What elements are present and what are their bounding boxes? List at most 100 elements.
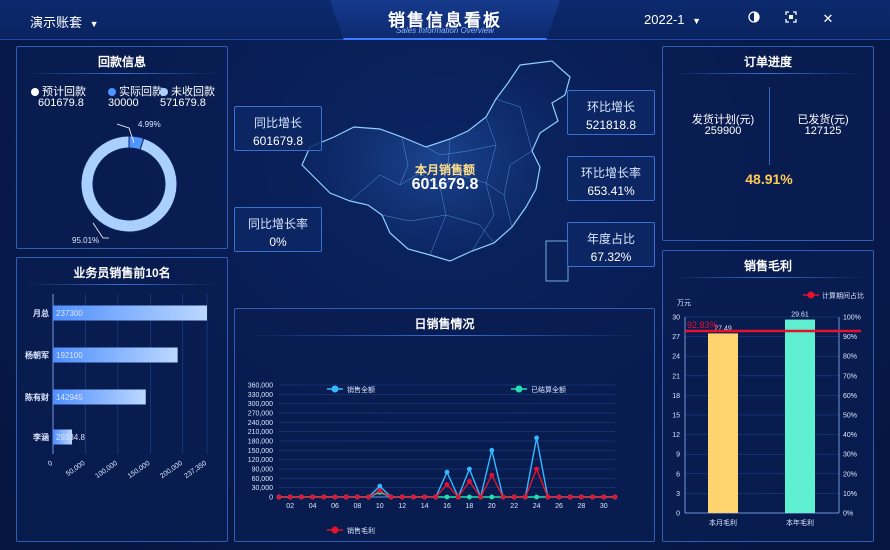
y-tick-label: 240,000 [248, 420, 273, 427]
callout-yoy-rate: 同比增长率 0% [234, 207, 322, 252]
data-point [377, 483, 383, 489]
x-tick-label: 0 [47, 460, 54, 468]
chevron-down-icon: ▼ [692, 16, 702, 26]
y2-tick-label: 90% [843, 334, 857, 341]
y2-tick-label: 30% [843, 452, 857, 459]
x-tick-label: 16 [443, 503, 451, 510]
data-point [377, 488, 383, 494]
y-tick-label: 18 [672, 393, 680, 400]
data-point [478, 494, 483, 500]
y2-tick-label: 20% [843, 471, 857, 478]
close-icon[interactable]: ✕ [820, 11, 836, 27]
data-point [276, 494, 282, 500]
payback-donut: 4.99% 95.01% [72, 120, 178, 245]
bar-category-label: 本年毛利 [786, 518, 814, 527]
data-point [579, 494, 584, 500]
bar-category-label: 李涵 [32, 432, 49, 442]
chevron-down-icon: ▼ [89, 19, 99, 29]
bar-category-label: 陈有财 [25, 392, 49, 402]
y2-tick-label: 70% [843, 373, 857, 380]
data-point [321, 494, 327, 500]
data-point [444, 494, 450, 500]
y-tick-label: 90,000 [252, 467, 274, 474]
callout-yoy-growth: 同比增长 601679.8 [234, 106, 322, 151]
data-point [467, 466, 472, 472]
y-tick-label: 21 [672, 373, 680, 380]
y-tick-label: 210,000 [248, 429, 273, 436]
callout-value: 521818.8 [585, 118, 637, 132]
fullscreen-icon[interactable] [783, 11, 799, 26]
legend-label: 计算期间占比 [822, 291, 864, 300]
callout-label: 环比增长率 [580, 166, 641, 180]
y-tick-label: 270,000 [248, 411, 273, 418]
y2-tick-label: 40% [843, 432, 857, 439]
data-point [534, 435, 539, 441]
legend-label: 已结算全额 [531, 385, 566, 394]
data-point [399, 494, 405, 500]
x-tick-label: 150,000 [127, 460, 152, 480]
daily-sales-line-chart: 0 30,000 60,000 90,000 120,000 150,000 180,000… [248, 383, 618, 535]
callout-value: 0% [269, 235, 287, 249]
x-tick-label: 10 [376, 503, 384, 510]
sales-margin-panel: 销售毛利 万元 0 0% 3 10% 6 20% 9 30% 12 40% 15 50% 18 60% 21 7… [662, 250, 874, 542]
y-tick-label: 6 [676, 471, 680, 478]
data-point [612, 494, 618, 500]
y-tick-label: 330,000 [248, 392, 273, 399]
margin-bar-1 [785, 319, 815, 513]
salesmen-panel: 业务员销售前10名 月总 237300 杨朝军 192100 陈有财 142945 李涵 29… [16, 257, 228, 542]
x-tick-label: 22 [510, 503, 518, 510]
y2-tick-label: 80% [843, 354, 857, 361]
y-tick-label: 120,000 [248, 457, 273, 464]
order-progress-panel: 订单进度 发货计划(元) 259900 已发货(元) 127125 48.91% [662, 46, 874, 241]
y-tick-label: 180,000 [248, 439, 273, 446]
y-tick-label: 27 [672, 334, 680, 341]
data-point [287, 494, 293, 500]
order-divider [769, 87, 770, 165]
x-tick-label: 20 [488, 503, 496, 510]
callout-label: 同比增长率 [247, 217, 308, 231]
bar-category-label: 月总 [32, 308, 49, 318]
data-point [299, 494, 304, 500]
data-point [500, 494, 506, 500]
data-point [422, 494, 427, 500]
map-center-value: 601679.8 [411, 176, 479, 193]
y-tick-label: 150,000 [248, 448, 273, 455]
callout-value: 653.41% [587, 184, 635, 198]
legend-marker [331, 385, 339, 393]
period-selector[interactable]: 2022-1 ▼ [644, 12, 701, 27]
series-line-0 [279, 437, 615, 500]
legend-label: 销售毛利 [347, 526, 375, 535]
callout-label: 环比增长 [586, 100, 635, 114]
data-point [534, 494, 539, 500]
x-tick-label: 30 [600, 503, 608, 510]
x-tick-label: 237,350 [183, 460, 208, 480]
y-tick-label: 0 [676, 511, 680, 518]
data-point [590, 494, 595, 500]
x-tick-label: 24 [533, 503, 541, 510]
y-tick-label: 360,000 [248, 383, 273, 390]
callout-value: 67.32% [590, 250, 632, 264]
data-point [455, 494, 461, 500]
x-tick-label: 28 [578, 503, 586, 510]
account-selector[interactable]: 演示账套 ▼ [30, 12, 99, 31]
data-point [444, 482, 450, 487]
data-point [511, 494, 517, 500]
callout-mom-rate: 环比增长率 653.41% [567, 156, 655, 201]
x-tick-label: 06 [331, 503, 339, 510]
theme-icon[interactable] [746, 11, 762, 26]
data-point [332, 494, 338, 500]
data-point [556, 494, 562, 500]
legend-label: 销售全额 [347, 385, 375, 394]
bar-value-label: 142945 [56, 393, 83, 402]
y2-tick-label: 100% [843, 315, 861, 322]
data-point [411, 494, 416, 500]
x-tick-label: 12 [398, 503, 406, 510]
x-tick-label: 100,000 [94, 460, 119, 480]
bar-category-label: 本月毛利 [709, 518, 737, 527]
data-point [489, 447, 495, 453]
donut-label-outstanding: 95.01% [72, 236, 99, 245]
account-label: 演示账套 [30, 15, 83, 30]
data-point [489, 494, 495, 500]
x-tick-label: 200,000 [159, 460, 184, 480]
bar-value-label: 29334.8 [56, 433, 85, 442]
